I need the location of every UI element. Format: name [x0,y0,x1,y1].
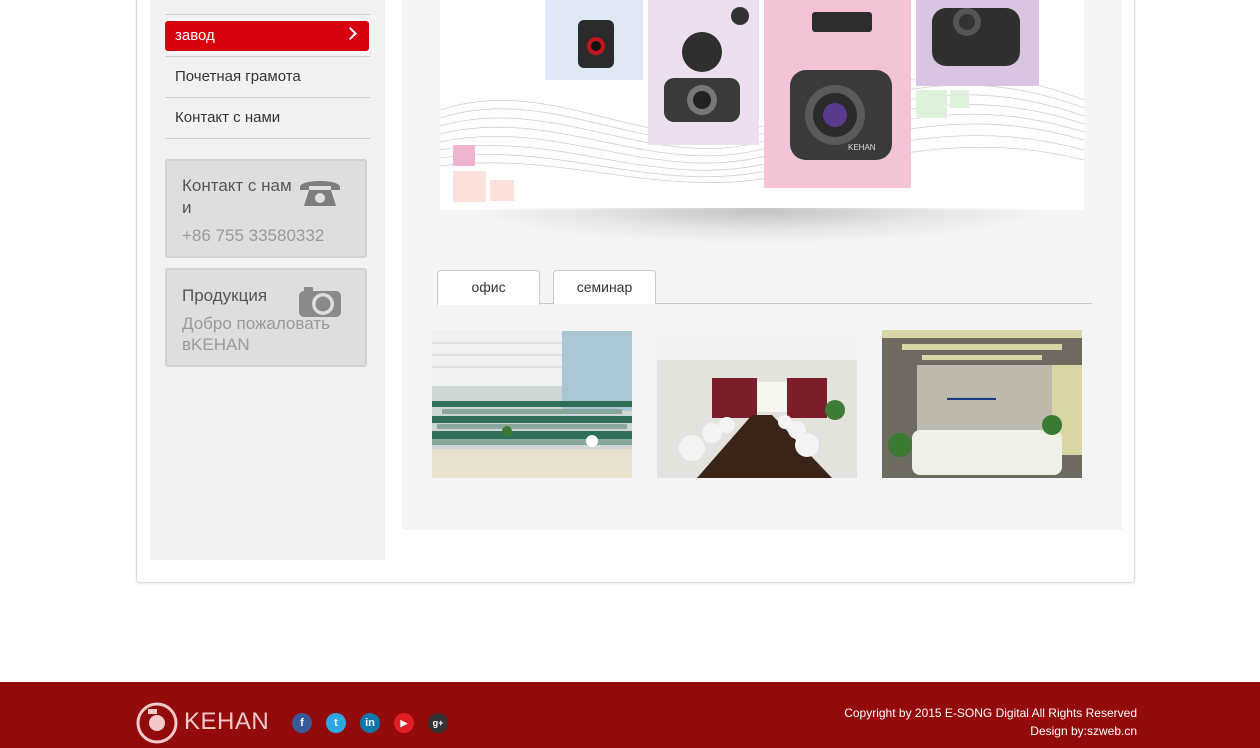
meeting-photo[interactable] [657,330,857,478]
contact-phone: +86 755 33580332 [182,226,325,245]
office-photo[interactable] [432,331,632,478]
linkedin-icon[interactable]: in [360,713,380,733]
sidebar-item-contact[interactable]: Контакт с нами [165,98,370,139]
tab-seminar[interactable]: семинар [553,270,656,304]
telephone-icon [300,181,340,206]
product-banner: KEHAN [440,0,1084,210]
contact-box[interactable]: Контакт с нам и +86 755 33580332 [165,159,367,258]
logo-text: KEHAN [184,708,270,735]
sidebar-item-label: завод [175,27,215,44]
sidebar-item-about[interactable]: О компании KEHAN [165,0,370,15]
design-credit[interactable]: Design by:szweb.cn [844,722,1137,740]
banner-brand-label: KEHAN [848,143,876,152]
camera-icon [299,287,341,317]
contact-box-title: Контакт с нам и [182,176,292,217]
sidebar-item-factory[interactable]: завод [165,21,369,51]
youtube-icon[interactable]: ▶ [394,713,414,733]
facebook-icon[interactable]: f [292,713,312,733]
reception-photo[interactable]: ▬▬▬▬▬▬▬ [882,330,1082,478]
products-box[interactable]: Продукция Добро пожаловать вKEHAN [165,268,367,367]
googleplus-icon[interactable]: g+ [428,713,448,733]
copyright-text: Copyright by 2015 E-SONG Digital All Rig… [844,706,1137,720]
banner-graphic: KEHAN [440,0,1084,202]
chevron-right-icon [344,27,357,40]
products-box-title: Продукция [182,286,268,305]
twitter-icon[interactable]: t [326,713,346,733]
tab-office[interactable]: офис [437,270,540,305]
svg-text:▬▬▬▬▬▬▬: ▬▬▬▬▬▬▬ [947,395,996,402]
banner-shadow [470,208,1050,244]
sidebar-item-honors[interactable]: Почетная грамота [165,57,370,98]
copyright-block: Copyright by 2015 E-SONG Digital All Rig… [844,704,1137,740]
